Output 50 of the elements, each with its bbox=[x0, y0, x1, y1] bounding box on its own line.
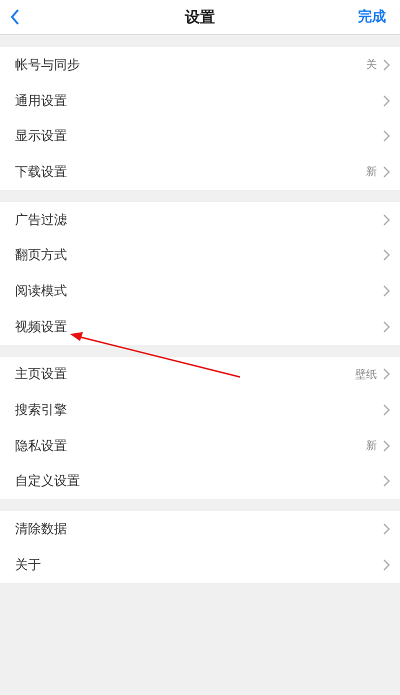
settings-row[interactable]: 清除数据 bbox=[0, 511, 400, 547]
settings-row[interactable]: 通用设置 bbox=[0, 82, 400, 118]
row-label: 翻页方式 bbox=[15, 247, 68, 264]
row-value: 新 bbox=[366, 164, 377, 180]
settings-row[interactable]: 主页设置 壁纸 bbox=[0, 356, 400, 392]
row-label: 自定义设置 bbox=[15, 473, 81, 490]
row-label: 阅读模式 bbox=[15, 282, 68, 300]
chevron-icon bbox=[383, 404, 390, 416]
settings-row[interactable]: 广告过滤 bbox=[0, 202, 400, 238]
chevron-icon bbox=[383, 475, 390, 488]
row-label: 显示设置 bbox=[15, 128, 68, 146]
settings-row[interactable]: 隐私设置 新 bbox=[0, 428, 400, 464]
chevron-icon bbox=[383, 558, 390, 571]
row-label: 主页设置 bbox=[15, 366, 68, 384]
settings-row[interactable]: 关于 bbox=[0, 546, 400, 583]
page-title: 设置 bbox=[185, 8, 215, 27]
row-label: 隐私设置 bbox=[15, 438, 68, 455]
row-label: 搜索引擎 bbox=[15, 402, 68, 420]
done-button[interactable]: 完成 bbox=[358, 8, 386, 26]
settings-row[interactable]: 阅读模式 bbox=[0, 273, 400, 309]
chevron-icon bbox=[383, 523, 390, 536]
chevron-icon bbox=[383, 440, 390, 452]
row-value: 新 bbox=[366, 438, 377, 454]
row-value: 壁纸 bbox=[355, 366, 377, 382]
settings-row[interactable]: 帐号与同步 关 bbox=[0, 47, 400, 83]
settings-row[interactable]: 显示设置 bbox=[0, 118, 400, 154]
chevron-icon bbox=[383, 368, 390, 380]
row-label: 关于 bbox=[15, 556, 42, 574]
settings-row[interactable]: 自定义设置 bbox=[0, 464, 400, 500]
row-label: 视频设置 bbox=[15, 318, 68, 336]
back-button[interactable] bbox=[10, 9, 20, 25]
chevron-icon bbox=[383, 214, 390, 226]
chevron-icon bbox=[383, 94, 390, 107]
chevron-icon bbox=[383, 58, 390, 71]
row-label: 广告过滤 bbox=[15, 212, 68, 229]
chevron-icon bbox=[383, 249, 390, 262]
settings-row[interactable]: 下载设置 新 bbox=[0, 154, 400, 190]
settings-row[interactable]: 视频设置 bbox=[0, 308, 400, 344]
row-label: 帐号与同步 bbox=[15, 56, 81, 74]
row-label: 通用设置 bbox=[15, 92, 68, 110]
back-icon bbox=[10, 9, 20, 25]
chevron-icon bbox=[383, 284, 390, 297]
row-label: 下载设置 bbox=[15, 164, 68, 181]
chevron-icon bbox=[383, 166, 390, 178]
chevron-icon bbox=[383, 130, 390, 142]
row-value: 关 bbox=[366, 57, 377, 72]
row-label: 清除数据 bbox=[15, 521, 68, 538]
chevron-icon bbox=[383, 320, 390, 333]
settings-row[interactable]: 搜索引擎 bbox=[0, 392, 400, 428]
settings-row[interactable]: 翻页方式 bbox=[0, 237, 400, 274]
